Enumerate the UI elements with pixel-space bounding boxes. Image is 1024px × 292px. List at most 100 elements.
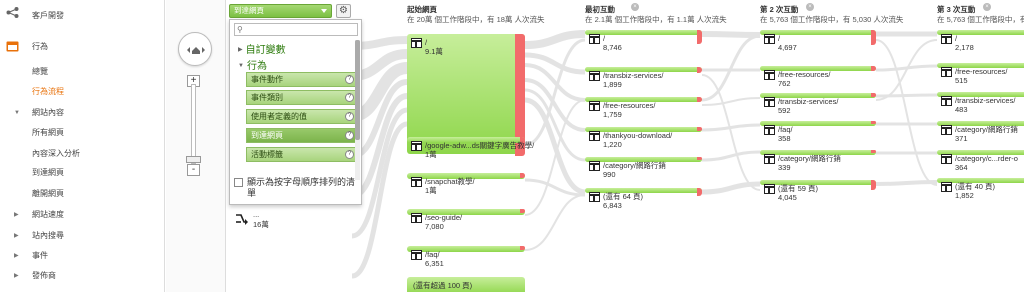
help-icon[interactable]: ? <box>345 75 354 84</box>
dropoff-indicator[interactable] <box>871 30 876 45</box>
help-icon[interactable]: ? <box>345 93 354 102</box>
dropoff-indicator[interactable] <box>697 127 702 131</box>
flow-ribbon <box>875 93 938 98</box>
page-icon <box>764 34 775 44</box>
flow-node[interactable]: /4,697 <box>760 30 876 58</box>
dimension-option[interactable]: 活動標籤? <box>246 147 358 162</box>
flow-node[interactable]: /faq/358 <box>760 121 876 143</box>
flow-node[interactable]: /2,178 <box>937 30 1024 52</box>
dropoff-indicator[interactable] <box>871 66 876 71</box>
panel-scrollbar-thumb[interactable] <box>355 40 360 140</box>
flow-node[interactable]: /transbiz-services/592 <box>760 93 876 115</box>
flow-ribbon <box>701 34 761 102</box>
dropoff-indicator[interactable] <box>697 67 702 73</box>
dropoff-indicator[interactable] <box>697 97 702 102</box>
sidebar-item[interactable]: ▶ 事件 <box>0 246 165 266</box>
sidebar-item[interactable]: ▶ 網站速度 <box>0 205 165 225</box>
dimension-option[interactable]: 事件類別? <box>246 90 358 105</box>
sidebar-item-label: 行為流程 <box>32 87 64 96</box>
node-session-count: 1,899 <box>603 80 622 89</box>
sidebar-item[interactable]: 內容深入分析 <box>0 144 165 164</box>
sidebar-item[interactable]: 離開網頁 <box>0 184 165 204</box>
page-icon <box>941 67 952 77</box>
sidebar-item[interactable]: 總覽 <box>0 62 165 82</box>
zoom-out-button[interactable]: - <box>187 164 200 176</box>
flow-node[interactable]: /8,746 <box>585 30 702 57</box>
dropoff-indicator[interactable] <box>871 180 876 190</box>
sidebar-item-label: 網站內容 <box>32 108 64 117</box>
page-icon <box>589 34 600 44</box>
flow-node[interactable]: /category/網路行銷 371 <box>937 121 1024 143</box>
dropoff-indicator[interactable] <box>520 173 525 178</box>
dropoff-indicator[interactable] <box>697 30 702 44</box>
remove-step-icon[interactable]: × <box>983 3 991 11</box>
tree-group-behavior[interactable]: ▼ 行為 <box>238 57 267 72</box>
flow-node[interactable]: /faq/6,351 <box>407 246 525 268</box>
more-pages-node[interactable]: ... 16萬 <box>233 210 273 234</box>
zoom-slider-track[interactable] <box>191 84 196 164</box>
pan-navigation-wheel[interactable] <box>178 32 212 66</box>
alphabetical-checkbox[interactable] <box>234 178 243 187</box>
flow-node[interactable]: /seo-guide/7,080 <box>407 209 525 231</box>
dropoff-indicator[interactable] <box>520 209 525 213</box>
sidebar-item[interactable]: ▶ 發佈商 <box>0 266 165 286</box>
node-session-count: 364 <box>955 163 968 172</box>
flow-node[interactable]: /free-resources/515 <box>937 63 1024 85</box>
flow-node[interactable]: (還有 59 頁) 4,045 <box>760 180 876 204</box>
tree-group-custom-vars[interactable]: ▶ 自訂變數 <box>238 41 286 56</box>
node-session-count: 515 <box>955 76 968 85</box>
sidebar-item[interactable]: ▶ 站內搜尋 <box>0 226 165 246</box>
sidebar-item[interactable]: 到達網頁 <box>0 163 165 183</box>
chevron-down-icon: ▼ <box>238 63 244 69</box>
help-icon[interactable]: ? <box>345 150 354 159</box>
remove-step-icon[interactable]: × <box>631 3 639 11</box>
dropoff-indicator[interactable] <box>520 246 525 250</box>
node-session-count: 8,746 <box>603 43 622 52</box>
help-icon[interactable]: ? <box>345 112 354 121</box>
node-page-label: (還有 40 頁) <box>955 182 996 191</box>
sidebar-item[interactable]: ▼ 網站內容 <box>0 103 165 123</box>
sidebar-section-audience[interactable]: 客戶開發 <box>0 6 165 26</box>
dimension-option[interactable]: 事件動作? <box>246 72 358 87</box>
zoom-slider-thumb[interactable] <box>186 156 201 163</box>
flow-node[interactable]: /snapchat教學/1萬 <box>407 173 525 195</box>
dimension-option[interactable]: 到達網頁? <box>246 128 358 143</box>
sidebar-section-behavior[interactable]: 行為 <box>0 37 165 57</box>
sidebar-item-label: 離開網頁 <box>32 189 64 198</box>
flow-node[interactable]: /category/網路行銷 339 <box>760 150 876 172</box>
remove-step-icon[interactable]: × <box>806 3 814 11</box>
dropoff-indicator[interactable] <box>871 150 876 153</box>
chevron-right-icon: ▶ <box>14 212 19 218</box>
help-icon[interactable]: ? <box>345 131 354 140</box>
flow-ribbon <box>701 31 761 38</box>
dimension-option[interactable]: 使用者定義的值? <box>246 109 358 124</box>
flow-node[interactable]: (還有 40 頁) 1,852 <box>937 178 1024 202</box>
page-icon <box>941 34 952 44</box>
flow-node[interactable]: (還有超過 100 頁) <box>407 277 525 292</box>
dropoff-indicator[interactable] <box>697 188 702 196</box>
sidebar-item[interactable]: 行為流程 <box>0 82 165 102</box>
node-session-count: 1,759 <box>603 110 622 119</box>
dropoff-indicator[interactable] <box>871 93 876 97</box>
flow-node[interactable]: /transbiz-services/483 <box>937 92 1024 114</box>
column-summary: 在 2.1萬 個工作階段中，有 1.1萬 人次流失 <box>585 15 727 24</box>
sidebar-item[interactable]: 所有網頁 <box>0 123 165 143</box>
flow-node[interactable]: (還有 64 頁) 6,843 <box>585 188 702 212</box>
shuffle-icon <box>236 214 248 225</box>
dropoff-indicator[interactable] <box>697 157 702 160</box>
gear-icon: ⚙ <box>339 5 348 16</box>
flow-node[interactable]: /category/網路行銷 990 <box>585 157 702 179</box>
dimension-search-input[interactable]: ⚲ <box>234 23 358 36</box>
flow-node[interactable]: /thankyou-download/1,220 <box>585 127 702 151</box>
node-page-label: /transbiz-services/ <box>778 97 839 106</box>
flow-node[interactable]: /category/c...rder-o 364 <box>937 150 1024 172</box>
node-session-count: 6,843 <box>603 201 622 210</box>
flow-node[interactable]: /transbiz-services/1,899 <box>585 67 702 91</box>
settings-gear-button[interactable]: ⚙ <box>336 4 351 18</box>
flow-node[interactable]: /google-adw...ds關鍵字廣告教學/1萬 <box>407 137 534 159</box>
flow-node[interactable]: /free-resources/1,759 <box>585 97 702 119</box>
dropoff-indicator[interactable] <box>871 121 876 124</box>
flow-node[interactable]: /free-resources/762 <box>760 66 876 88</box>
page-icon <box>764 125 775 135</box>
dimension-select-button[interactable]: 到達網頁 <box>229 4 332 18</box>
